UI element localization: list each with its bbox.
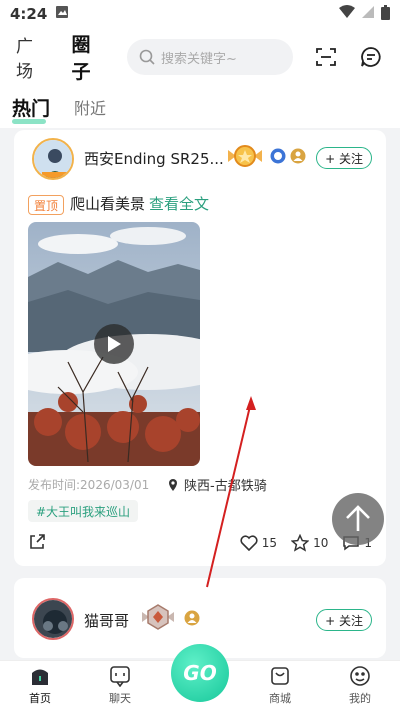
username[interactable]: 西安Ending SR25... — [84, 148, 224, 169]
level-badge-icon — [184, 610, 200, 630]
tab-hot[interactable]: 热门 — [12, 94, 50, 124]
like-button[interactable]: 15 — [240, 535, 277, 551]
share-icon[interactable] — [28, 533, 46, 554]
location-icon — [169, 478, 177, 491]
topic-tag[interactable]: #大王叫我来巡山 — [28, 500, 139, 522]
medal-icon — [140, 602, 176, 636]
follow-button[interactable]: + 关注 — [316, 147, 372, 169]
location-text: 陕西-古都铁骑 — [184, 479, 267, 494]
battery-icon — [381, 4, 390, 24]
star-icon — [291, 534, 310, 552]
shop-icon — [271, 667, 289, 685]
play-icon[interactable] — [94, 324, 134, 364]
go-center-button[interactable]: GO — [171, 644, 229, 702]
nav-shop-label: 商城 — [269, 692, 291, 705]
nav-mine[interactable]: 我的 — [320, 660, 400, 711]
profile-icon — [350, 666, 370, 686]
chat-icon — [110, 666, 130, 687]
search-input[interactable]: 搜索关键字~ — [126, 39, 293, 75]
post-title-text: 爬山看美景 — [70, 195, 146, 213]
status-time: 4:24 — [10, 5, 48, 23]
nav-chat-label: 聊天 — [109, 692, 131, 705]
post-title[interactable]: 爬山看美景 查看全文 — [70, 193, 209, 214]
follow-button[interactable]: + 关注 — [316, 609, 372, 631]
nav-chat[interactable]: 聊天 — [80, 660, 160, 711]
search-placeholder: 搜索关键字~ — [160, 51, 237, 67]
video-thumbnail[interactable] — [28, 222, 200, 466]
read-more-link[interactable]: 查看全文 — [149, 195, 209, 213]
top-header: 广场 圈子 搜索关键字~ — [0, 28, 400, 86]
like-count: 15 — [261, 536, 278, 550]
avatar[interactable] — [32, 598, 74, 640]
post-actions: 15 10 1 — [28, 530, 372, 556]
tab-plaza[interactable]: 广场 — [16, 32, 49, 82]
home-icon — [32, 669, 48, 685]
favorite-button[interactable]: 10 — [291, 534, 328, 552]
location[interactable]: 陕西-古都铁骑 — [166, 475, 267, 494]
nav-mine-label: 我的 — [349, 692, 371, 705]
message-icon[interactable] — [358, 44, 384, 70]
scroll-top-button[interactable] — [332, 493, 384, 545]
wifi-icon — [339, 5, 355, 23]
pinned-badge: 置顶 — [28, 195, 65, 215]
verified-badge-icon — [270, 148, 286, 168]
go-logo: GO — [183, 661, 217, 685]
username[interactable]: 猫哥哥 — [84, 610, 129, 631]
arrow-up-icon — [346, 505, 370, 531]
signal-icon — [361, 5, 375, 23]
gallery-notification-icon — [55, 5, 69, 23]
medal-icon — [226, 142, 264, 174]
nav-home[interactable]: 首页 — [0, 660, 80, 711]
status-bar: 4:24 — [0, 0, 400, 28]
post-card[interactable]: 西安Ending SR25... + 关注 置顶 爬山看美景 查看全文 发布时间… — [14, 130, 386, 566]
nav-home-label: 首页 — [29, 692, 51, 705]
sub-tabs: 热门 附近 — [0, 86, 400, 128]
nav-shop[interactable]: 商城 — [240, 660, 320, 711]
tab-circle[interactable]: 圈子 — [71, 30, 110, 84]
scan-icon[interactable] — [313, 44, 339, 70]
avatar[interactable] — [32, 138, 74, 180]
level-badge-icon — [290, 148, 306, 168]
search-icon — [139, 49, 155, 65]
publish-time: 发布时间:2026/03/01 — [28, 478, 150, 492]
tab-nearby[interactable]: 附近 — [74, 95, 106, 119]
heart-icon — [240, 535, 258, 551]
favorite-count: 10 — [313, 536, 329, 550]
